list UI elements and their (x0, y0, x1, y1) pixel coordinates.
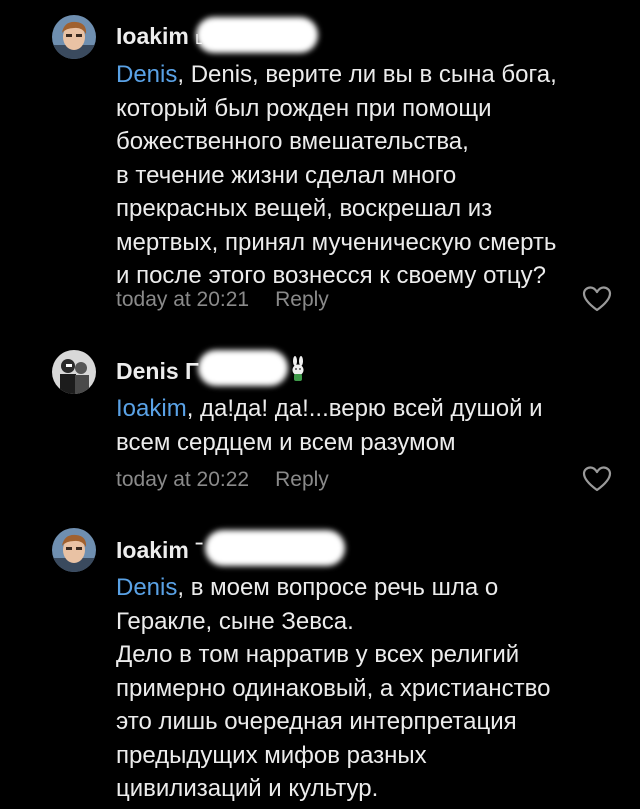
comment-author[interactable]: Denis Γ (116, 358, 199, 385)
user-avatar-icon[interactable] (52, 350, 96, 394)
comments-thread: Ioakim ˪ Denis, Denis, верите ли вы в сы… (0, 0, 640, 809)
comment-line: , в моем вопросе речь шла о (177, 574, 499, 601)
comment-line: это лишь очередная интерпретация (116, 708, 517, 735)
heart-outline-icon[interactable] (582, 465, 612, 493)
comment-line: в течение жизни сделал много (116, 161, 457, 189)
comment-line: Геракле, сыне Зевса. (116, 607, 354, 635)
reply-button[interactable]: Reply (275, 288, 329, 311)
redacted-name (196, 17, 318, 53)
comment-line: мертвых, принял мученическую смерть (116, 228, 557, 256)
comment-text: Denis, Denis, верите ли вы в сына бога, … (116, 58, 616, 293)
redacted-name (205, 530, 345, 566)
comment-text: Ioakim, да!да! да!...верю всей душой и в… (116, 392, 616, 459)
comment-line: предыдущих мифов разных (116, 741, 427, 769)
heart-outline-icon[interactable] (582, 285, 612, 313)
user-avatar-icon[interactable] (52, 15, 96, 59)
comment-meta: today at 20:21 Reply (116, 288, 329, 312)
comment-line: примерно одинаковый, а христианство (116, 674, 551, 702)
comment-line: , Denis, верите ли вы в сына бога, (177, 61, 557, 88)
comment-line: , да!да! да!...верю всей душой и (186, 395, 543, 422)
mention-link[interactable]: Denis (116, 61, 177, 88)
user-avatar-icon[interactable] (52, 528, 96, 572)
comment-line: и после этого вознесся к своему отцу? (116, 262, 546, 289)
comment-time: today at 20:22 (116, 468, 250, 491)
comment-line: который был рожден при помощи (116, 94, 492, 122)
bunny-emoji-icon (292, 356, 304, 381)
comment-line: божественного вмешательства, (116, 128, 469, 155)
comment-line: всем сердцем и всем разумом (116, 428, 456, 456)
comment-text: Denis, в моем вопросе речь шла о Геракле… (116, 571, 616, 806)
comment-line: Дело в том нарратив у всех религий (116, 641, 520, 668)
comment-line: прекрасных вещей, воскрешал из (116, 195, 493, 222)
comment-author[interactable]: Ioakim ˉ (116, 537, 203, 564)
redacted-name (198, 350, 288, 386)
reply-button[interactable]: Reply (275, 468, 329, 491)
comment-author[interactable]: Ioakim ˪ (116, 23, 203, 50)
mention-link[interactable]: Ioakim (116, 395, 187, 422)
comment-time: today at 20:21 (116, 288, 250, 311)
comment-meta: today at 20:22 Reply (116, 468, 329, 492)
comment-line: цивилизаций и культур. (116, 775, 379, 802)
mention-link[interactable]: Denis (116, 574, 177, 601)
